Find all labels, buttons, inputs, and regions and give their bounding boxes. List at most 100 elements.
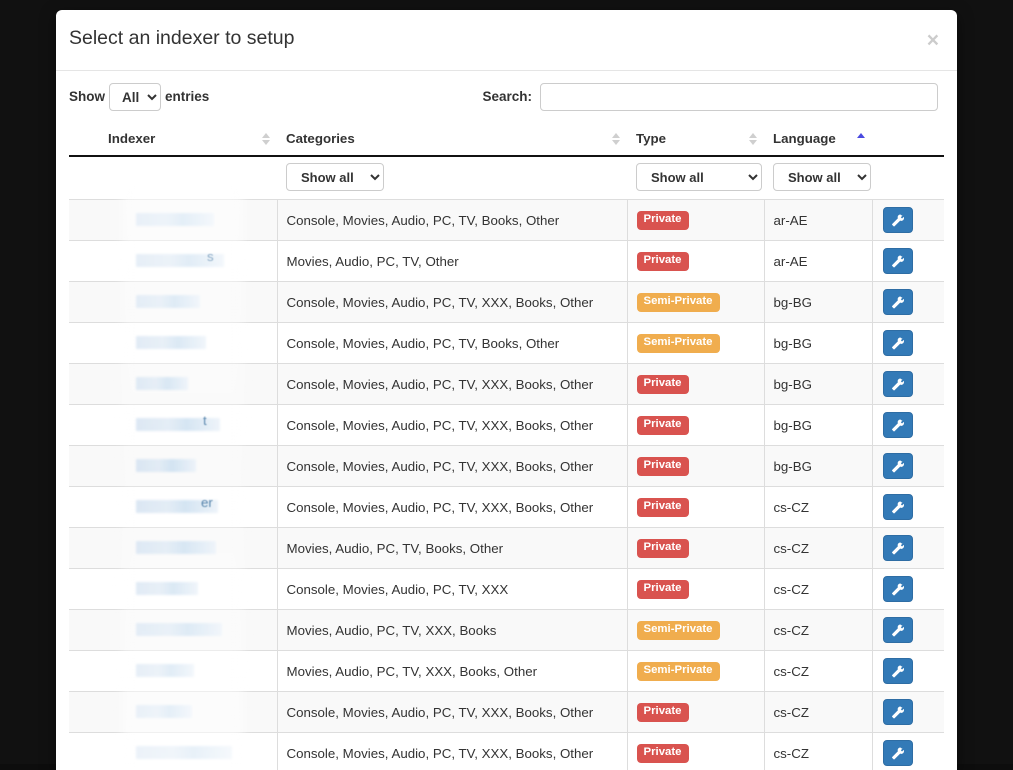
search-label: Search: <box>482 89 532 104</box>
wrench-icon <box>891 419 904 432</box>
indexer-name-cell <box>99 364 277 405</box>
table-row[interactable]: Console, Movies, Audio, PC, TV, XXX, Boo… <box>69 364 944 405</box>
table-row[interactable]: Movies, Audio, PC, TV, Books, OtherPriva… <box>69 528 944 569</box>
categories-cell: Console, Movies, Audio, PC, TV, XXX, Boo… <box>277 487 627 528</box>
sort-indicator-icon <box>262 132 271 146</box>
status-badge: Private <box>637 211 689 229</box>
wrench-icon <box>891 214 904 227</box>
setup-indexer-button[interactable] <box>883 617 913 643</box>
sort-indicator-icon <box>612 132 621 146</box>
table-controls: ShowAllentries Search: <box>69 82 944 116</box>
filter-indexer-cell <box>99 156 277 200</box>
row-blank-cell <box>69 733 99 770</box>
status-badge: Semi-Private <box>637 621 720 639</box>
type-cell: Private <box>627 528 764 569</box>
categories-cell: Console, Movies, Audio, PC, TV, Books, O… <box>277 323 627 364</box>
categories-cell: Console, Movies, Audio, PC, TV, XXX, Boo… <box>277 364 627 405</box>
actions-cell <box>872 692 944 733</box>
type-cell: Private <box>627 241 764 282</box>
redacted-indexer-name <box>136 746 232 759</box>
indexer-name-cell <box>99 651 277 692</box>
setup-indexer-button[interactable] <box>883 371 913 397</box>
setup-indexer-button[interactable] <box>883 248 913 274</box>
wrench-icon <box>891 501 904 514</box>
type-cell: Private <box>627 364 764 405</box>
filter-categories-select[interactable]: Show all <box>286 163 384 191</box>
filter-language-cell: Show all <box>764 156 872 200</box>
setup-indexer-button[interactable] <box>883 453 913 479</box>
table-row[interactable]: Console, Movies, Audio, PC, TV, Books, O… <box>69 200 944 241</box>
indexer-name-cell <box>99 692 277 733</box>
setup-indexer-button[interactable] <box>883 412 913 438</box>
status-badge: Semi-Private <box>637 293 720 311</box>
actions-cell <box>872 487 944 528</box>
setup-indexer-button[interactable] <box>883 494 913 520</box>
length-control: ShowAllentries <box>69 82 209 112</box>
header-indexer[interactable]: Indexer <box>99 123 277 156</box>
table-row[interactable]: Console, Movies, Audio, PC, TV, XXX, Boo… <box>69 446 944 487</box>
search-control: Search: <box>482 82 938 112</box>
status-badge: Private <box>637 580 689 598</box>
categories-cell: Console, Movies, Audio, PC, TV, XXX, Boo… <box>277 405 627 446</box>
search-input[interactable] <box>540 83 938 111</box>
setup-indexer-button[interactable] <box>883 658 913 684</box>
entries-length-select[interactable]: All <box>109 83 161 111</box>
categories-cell: Movies, Audio, PC, TV, Other <box>277 241 627 282</box>
status-badge: Private <box>637 498 689 516</box>
status-badge: Private <box>637 539 689 557</box>
setup-indexer-button[interactable] <box>883 576 913 602</box>
header-type[interactable]: Type <box>627 123 764 156</box>
redacted-indexer-name <box>136 582 198 595</box>
redacted-indexer-name <box>136 705 192 718</box>
setup-indexer-button[interactable] <box>883 535 913 561</box>
setup-indexer-button[interactable] <box>883 330 913 356</box>
header-indexer-label: Indexer <box>108 131 155 146</box>
setup-indexer-button[interactable] <box>883 289 913 315</box>
language-cell: cs-CZ <box>764 651 872 692</box>
filter-language-select[interactable]: Show all <box>773 163 871 191</box>
language-cell: bg-BG <box>764 405 872 446</box>
header-categories[interactable]: Categories <box>277 123 627 156</box>
table-row[interactable]: Console, Movies, Audio, PC, TV, XXX, Boo… <box>69 733 944 770</box>
indexer-name-fragment: er <box>201 495 213 510</box>
status-badge: Private <box>637 703 689 721</box>
table-row[interactable]: tConsole, Movies, Audio, PC, TV, XXX, Bo… <box>69 405 944 446</box>
type-cell: Semi-Private <box>627 282 764 323</box>
table-row[interactable]: sMovies, Audio, PC, TV, OtherPrivatear-A… <box>69 241 944 282</box>
indexer-name-cell <box>99 282 277 323</box>
header-actions <box>872 123 944 156</box>
table-row[interactable]: Console, Movies, Audio, PC, TV, Books, O… <box>69 323 944 364</box>
table-row[interactable]: Console, Movies, Audio, PC, TV, XXX, Boo… <box>69 282 944 323</box>
table-row[interactable]: Movies, Audio, PC, TV, XXX, Books, Other… <box>69 651 944 692</box>
table-row[interactable]: Console, Movies, Audio, PC, TV, XXX, Boo… <box>69 692 944 733</box>
indexer-name-cell <box>99 610 277 651</box>
actions-cell <box>872 528 944 569</box>
redacted-indexer-name <box>136 459 196 472</box>
close-icon[interactable]: × <box>927 30 939 51</box>
setup-indexer-button[interactable] <box>883 740 913 766</box>
wrench-icon <box>891 624 904 637</box>
language-cell: bg-BG <box>764 364 872 405</box>
categories-cell: Movies, Audio, PC, TV, XXX, Books, Other <box>277 651 627 692</box>
setup-indexer-button[interactable] <box>883 699 913 725</box>
table-row[interactable]: Console, Movies, Audio, PC, TV, XXXPriva… <box>69 569 944 610</box>
filter-type-select[interactable]: Show all <box>636 163 762 191</box>
show-label: Show <box>69 89 105 104</box>
status-badge: Private <box>637 375 689 393</box>
table-row[interactable]: er Console, Movies, Audio, PC, TV, XXX, B… <box>69 487 944 528</box>
setup-indexer-button[interactable] <box>883 207 913 233</box>
row-blank-cell <box>69 282 99 323</box>
row-blank-cell <box>69 692 99 733</box>
redacted-indexer-name <box>136 418 220 431</box>
table-row[interactable]: Movies, Audio, PC, TV, XXX, BooksSemi-Pr… <box>69 610 944 651</box>
language-cell: bg-BG <box>764 446 872 487</box>
type-cell: Semi-Private <box>627 323 764 364</box>
header-language-label: Language <box>773 131 836 146</box>
actions-cell <box>872 405 944 446</box>
indexer-name-cell <box>99 733 277 770</box>
row-blank-cell <box>69 323 99 364</box>
modal-body: ShowAllentries Search: Indexer Categorie… <box>56 71 957 770</box>
actions-cell <box>872 446 944 487</box>
filter-actions-cell <box>872 156 944 200</box>
header-language[interactable]: Language <box>764 123 872 156</box>
